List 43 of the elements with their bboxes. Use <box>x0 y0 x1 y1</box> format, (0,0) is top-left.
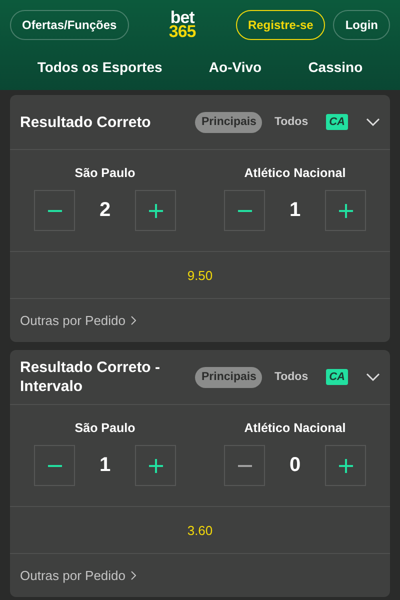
score-value: 1 <box>98 454 112 477</box>
increase-button[interactable] <box>135 190 176 231</box>
register-button[interactable]: Registre-se <box>236 10 326 40</box>
market-title: Resultado Correto - Intervalo <box>20 358 162 396</box>
team-name: São Paulo <box>74 421 136 435</box>
increase-button[interactable] <box>325 190 366 231</box>
chevron-icon[interactable] <box>366 373 380 381</box>
chevron-right-icon <box>130 571 136 580</box>
filter-tab[interactable]: Principais <box>195 112 262 132</box>
team-name: Atlético Nacional <box>244 166 346 180</box>
nav-link[interactable]: Ao-Vivo <box>208 59 262 75</box>
minus-icon <box>48 464 62 466</box>
score-value: 2 <box>98 199 112 222</box>
minus-icon <box>48 210 62 212</box>
filter-tab[interactable]: Todos <box>268 112 314 132</box>
market-badge: CA <box>326 114 348 130</box>
score-value: 0 <box>288 454 302 477</box>
increase-button[interactable] <box>135 445 176 486</box>
minus-icon <box>238 464 252 466</box>
plus-icon <box>148 458 162 472</box>
plus-icon <box>148 204 162 218</box>
score-value: 1 <box>288 199 302 222</box>
market-title: Resultado Correto <box>20 112 152 132</box>
team-name: Atlético Nacional <box>244 421 346 435</box>
chevron-icon[interactable] <box>366 118 380 126</box>
filter-tab[interactable]: Principais <box>195 366 262 388</box>
more-link[interactable]: Outras por Pedido <box>20 568 136 583</box>
logo: bet 365 <box>168 11 196 39</box>
odds-value[interactable]: 3.60 <box>187 522 213 538</box>
team-name: São Paulo <box>74 166 136 180</box>
increase-button[interactable] <box>325 445 366 486</box>
plus-icon <box>338 204 352 218</box>
offers-button[interactable]: Ofertas/Funções <box>10 10 129 40</box>
nav-link[interactable]: Cassino <box>308 59 363 75</box>
chevron-right-icon <box>130 316 136 325</box>
nav-link[interactable]: Todos os Esportes <box>37 59 162 75</box>
plus-icon <box>338 458 352 472</box>
filter-tab[interactable]: Todos <box>268 366 314 388</box>
login-button[interactable]: Login <box>333 10 390 40</box>
market-badge: CA <box>326 369 348 385</box>
more-link[interactable]: Outras por Pedido <box>20 313 136 328</box>
odds-value[interactable]: 9.50 <box>187 268 213 282</box>
minus-icon <box>238 210 252 212</box>
